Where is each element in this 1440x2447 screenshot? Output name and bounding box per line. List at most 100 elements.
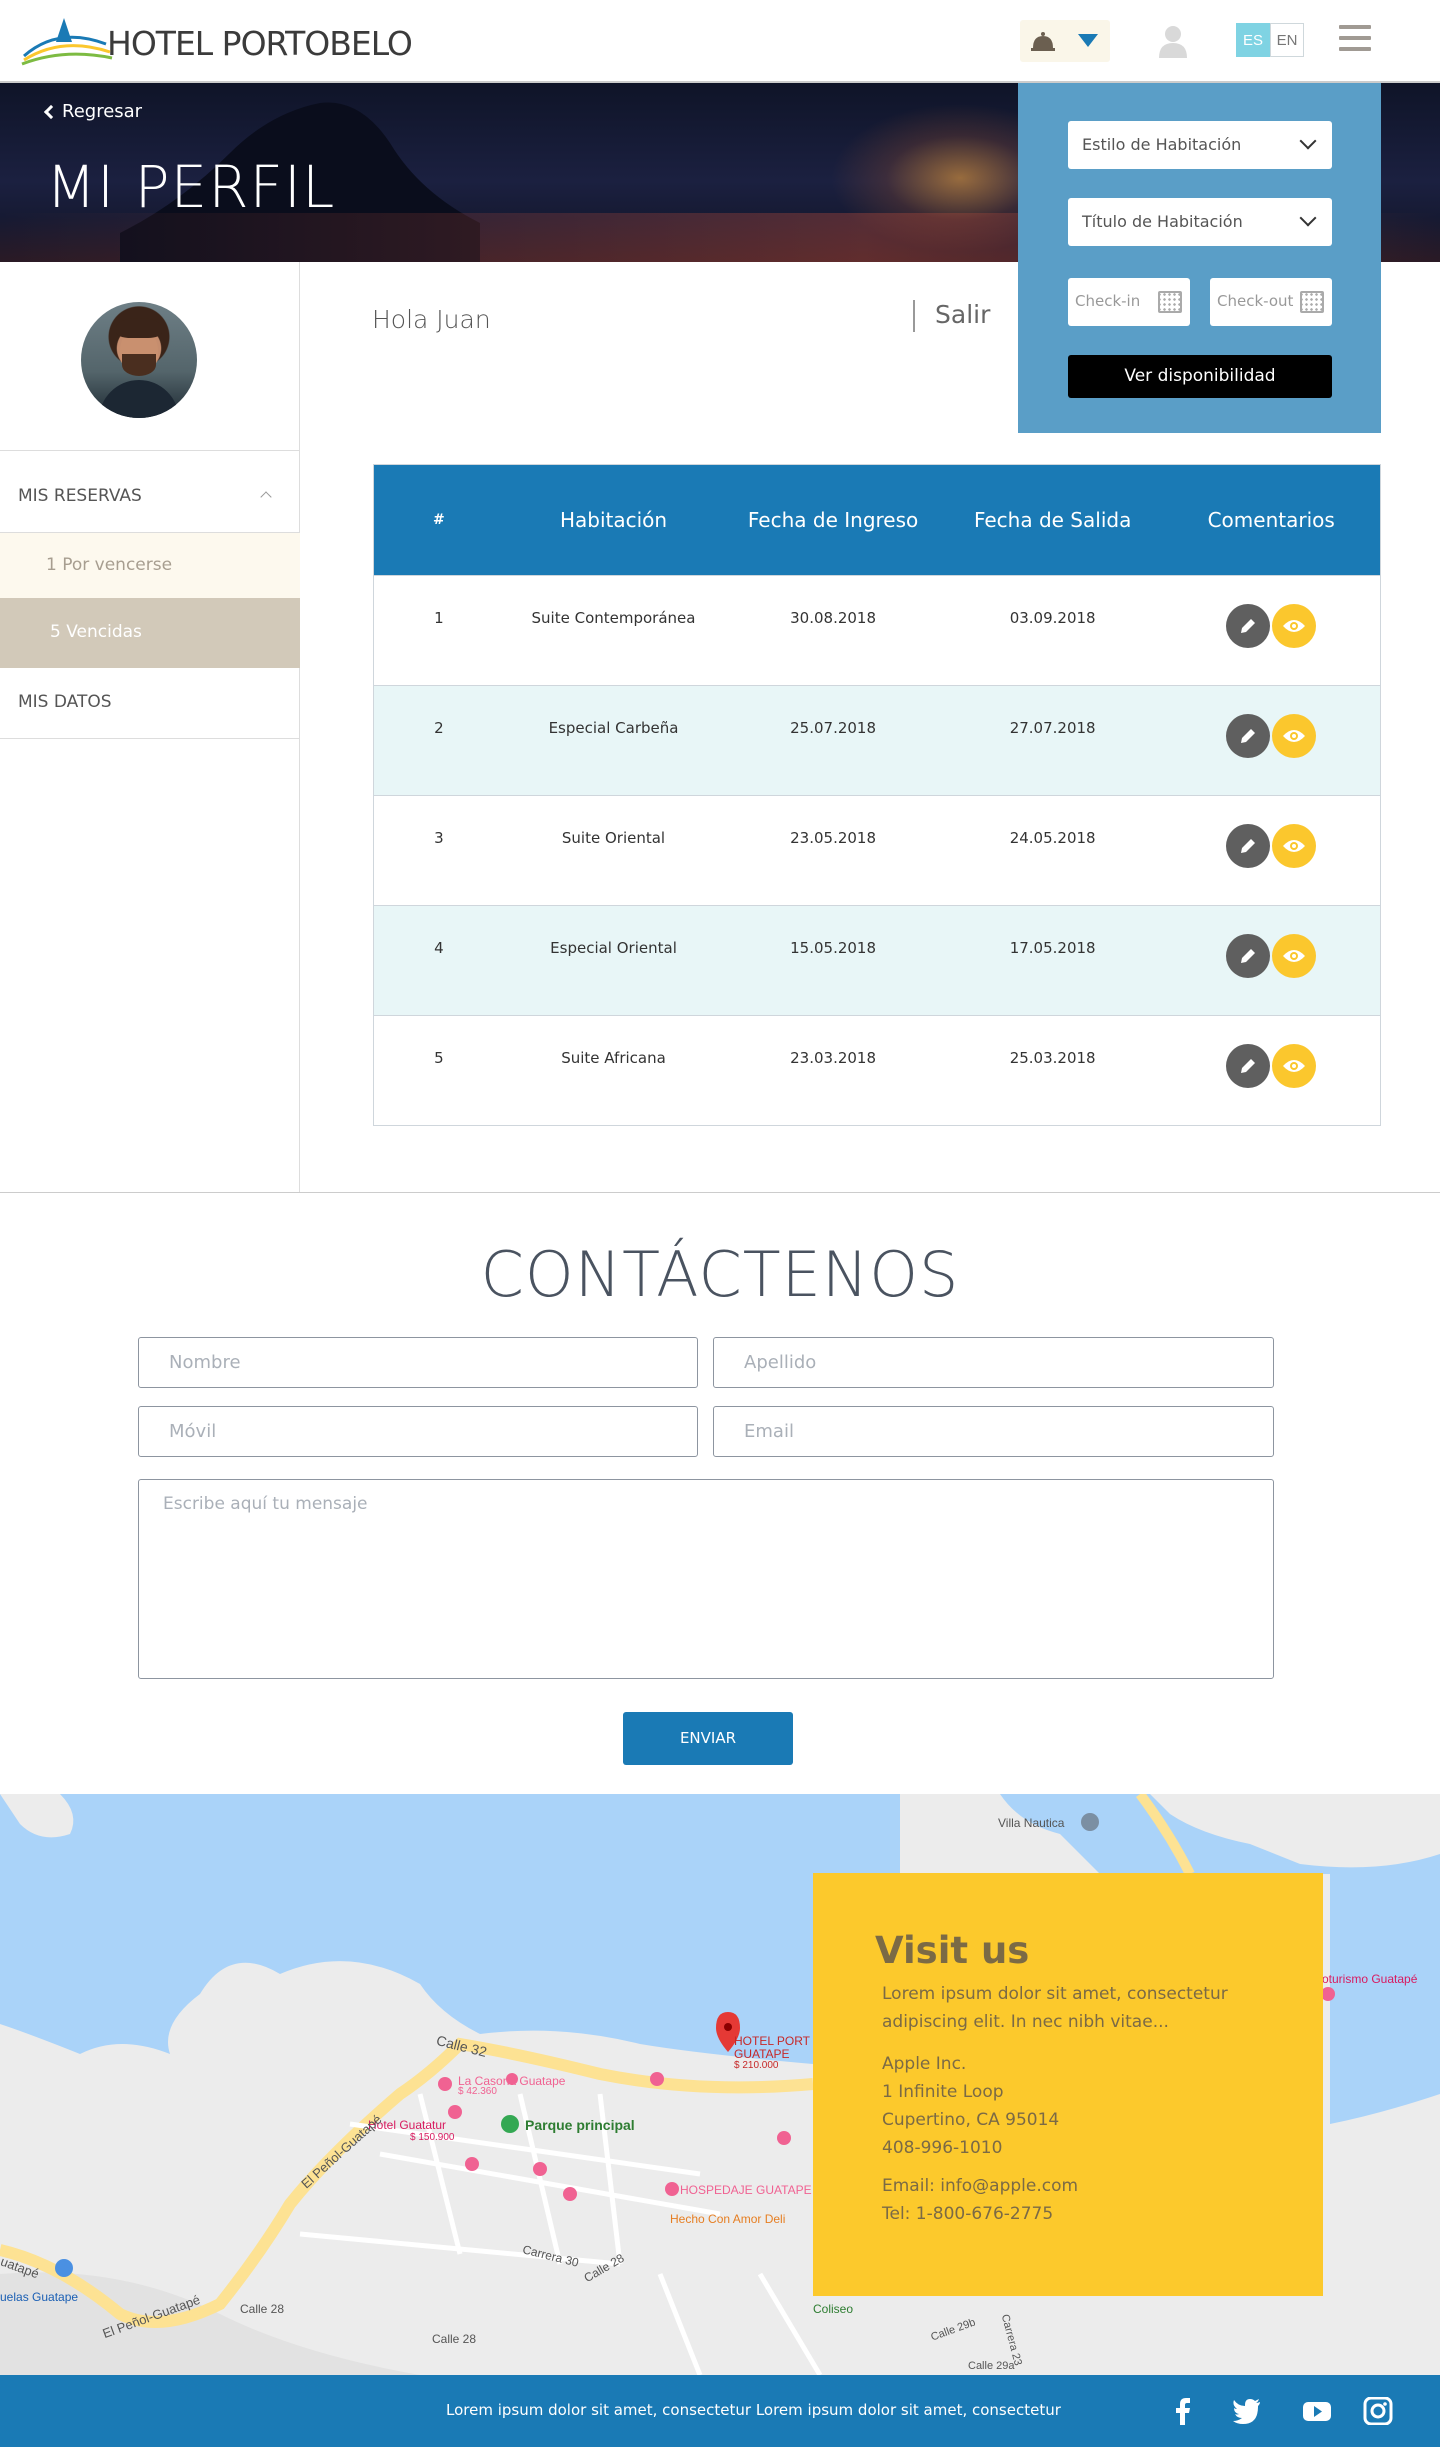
table-row: 5 Suite Africana 23.03.2018 25.03.2018 — [374, 1015, 1380, 1125]
visit-email[interactable]: Email: info@apple.com — [875, 2172, 1261, 2200]
checkout-input[interactable]: Check-out — [1210, 278, 1332, 326]
send-button[interactable]: ENVIAR — [623, 1712, 793, 1765]
language-switcher: ES EN — [1236, 23, 1304, 57]
view-button[interactable] — [1272, 824, 1317, 868]
sidebar-item-label: MIS DATOS — [18, 692, 112, 712]
eye-icon — [1283, 1060, 1306, 1072]
row-actions — [1162, 686, 1380, 796]
lastname-field[interactable]: Apellido — [713, 1337, 1274, 1388]
pencil-icon — [1241, 949, 1256, 963]
logo-text: HOTEL PORTOBELO — [107, 23, 413, 63]
greeting: Hola Juan — [372, 305, 491, 334]
table-row: 2 Especial Carbeña 25.07.2018 27.07.2018 — [374, 685, 1380, 795]
checkin-date: 15.05.2018 — [790, 939, 877, 957]
chevron-left-icon — [43, 104, 59, 119]
row-number: 5 — [434, 1049, 444, 1067]
checkin-input[interactable]: Check-in — [1068, 278, 1190, 326]
hotel-logo[interactable]: HOTEL PORTOBELO — [18, 14, 413, 66]
view-button[interactable] — [1272, 934, 1317, 978]
calendar-icon — [1300, 291, 1324, 313]
edit-button[interactable] — [1226, 934, 1271, 978]
eye-icon — [1283, 950, 1306, 962]
map-label: Coliseo — [813, 2302, 854, 2316]
row-actions — [1162, 796, 1380, 906]
view-button[interactable] — [1272, 1044, 1317, 1088]
map-label: $ 150.900 — [410, 2132, 455, 2143]
checkin-date: 30.08.2018 — [790, 609, 877, 627]
column-header: Fecha de Salida — [973, 508, 1132, 532]
sidebar-item-mis-reservas[interactable]: MIS RESERVAS — [0, 462, 300, 532]
user-icon[interactable] — [1158, 24, 1188, 58]
room-name: Suite Oriental — [561, 829, 666, 847]
column-header: Comentarios — [1207, 508, 1335, 532]
twitter-icon[interactable] — [1232, 2397, 1262, 2425]
facebook-icon[interactable] — [1168, 2397, 1198, 2425]
check-availability-button[interactable]: Ver disponibilidad — [1068, 355, 1332, 398]
avatar — [81, 302, 197, 418]
view-button[interactable] — [1272, 714, 1317, 758]
footer-text: Lorem ipsum dolor sit amet, consectetur … — [446, 2401, 1061, 2419]
map-label: GUATAPE — [734, 2047, 790, 2061]
email-field[interactable]: Email — [713, 1406, 1274, 1457]
youtube-icon[interactable] — [1302, 2397, 1332, 2425]
checkout-date: 03.09.2018 — [1009, 609, 1096, 627]
message-placeholder: Escribe aquí tu mensaje — [163, 1494, 368, 1514]
pencil-icon — [1241, 839, 1256, 853]
contact-title: CONTÁCTENOS — [480, 1238, 960, 1311]
row-actions — [1162, 576, 1380, 686]
checkout-date: 24.05.2018 — [1009, 829, 1096, 847]
lastname-placeholder: Apellido — [744, 1352, 817, 1373]
map-label: Parque principal — [525, 2117, 635, 2133]
row-number: 2 — [434, 719, 444, 737]
mobile-field[interactable]: Móvil — [138, 1406, 698, 1457]
hamburger-menu-icon[interactable] — [1339, 25, 1371, 53]
room-title-select[interactable]: Título de Habitación — [1068, 198, 1332, 246]
notifications-dropdown[interactable] — [1020, 20, 1110, 62]
edit-button[interactable] — [1226, 1044, 1271, 1088]
sidebar-item-mis-datos[interactable]: MIS DATOS — [0, 668, 300, 738]
table-row: 1 Suite Contemporánea 30.08.2018 03.09.2018 — [374, 575, 1380, 685]
checkin-date: 25.07.2018 — [790, 719, 877, 737]
map-label: HOTEL PORT — [734, 2034, 811, 2048]
edit-button[interactable] — [1226, 714, 1271, 758]
logout-link[interactable]: Salir — [913, 300, 990, 332]
room-style-select[interactable]: Estilo de Habitación — [1068, 121, 1332, 169]
room-name: Suite Africana — [561, 1049, 666, 1067]
edit-button[interactable] — [1226, 604, 1271, 648]
instagram-icon[interactable] — [1363, 2397, 1393, 2425]
column-header: # — [433, 512, 445, 528]
top-header: HOTEL PORTOBELO ES EN — [0, 0, 1440, 83]
back-label: Regresar — [62, 101, 143, 122]
view-button[interactable] — [1272, 604, 1317, 648]
name-field[interactable]: Nombre — [138, 1337, 698, 1388]
lang-en-button[interactable]: EN — [1270, 23, 1304, 57]
map-label: Villa Nautica — [998, 1816, 1065, 1830]
sidebar-item-por-vencerse[interactable]: 1 Por vencerse — [0, 533, 300, 598]
column-header: Habitación — [559, 508, 668, 532]
room-name: Especial Carbeña — [548, 719, 679, 737]
eye-icon — [1283, 840, 1306, 852]
row-actions — [1162, 1016, 1380, 1126]
email-placeholder: Email — [744, 1421, 794, 1442]
pencil-icon — [1241, 619, 1256, 633]
name-placeholder: Nombre — [169, 1352, 241, 1373]
visit-phone: 408-996-1010 — [882, 2138, 1003, 2158]
sidebar-item-vencidas[interactable]: 5 Vencidas — [0, 598, 300, 668]
page-title: MI PERFIL — [46, 153, 336, 221]
sidebar-item-label: 1 Por vencerse — [46, 555, 173, 575]
back-link[interactable]: Regresar — [43, 101, 143, 122]
bell-icon — [1031, 32, 1055, 51]
pencil-icon — [1241, 729, 1256, 743]
booking-panel: Estilo de Habitación Título de Habitació… — [1018, 83, 1381, 433]
column-header: Fecha de Ingreso — [747, 508, 919, 532]
visit-address2: Cupertino, CA 95014 — [882, 2110, 1060, 2130]
message-textarea[interactable]: Escribe aquí tu mensaje — [138, 1479, 1274, 1679]
row-number: 4 — [434, 939, 444, 957]
table-row: 4 Especial Oriental 15.05.2018 17.05.2018 — [374, 905, 1380, 1015]
edit-button[interactable] — [1226, 824, 1271, 868]
visit-tel[interactable]: Tel: 1-800-676-2775 — [875, 2200, 1261, 2228]
mobile-placeholder: Móvil — [169, 1421, 217, 1442]
table-header: # Habitación Fecha de Ingreso Fecha de S… — [374, 465, 1380, 575]
lang-es-button[interactable]: ES — [1236, 23, 1270, 57]
map-label: Calle 29a — [968, 2360, 1015, 2372]
